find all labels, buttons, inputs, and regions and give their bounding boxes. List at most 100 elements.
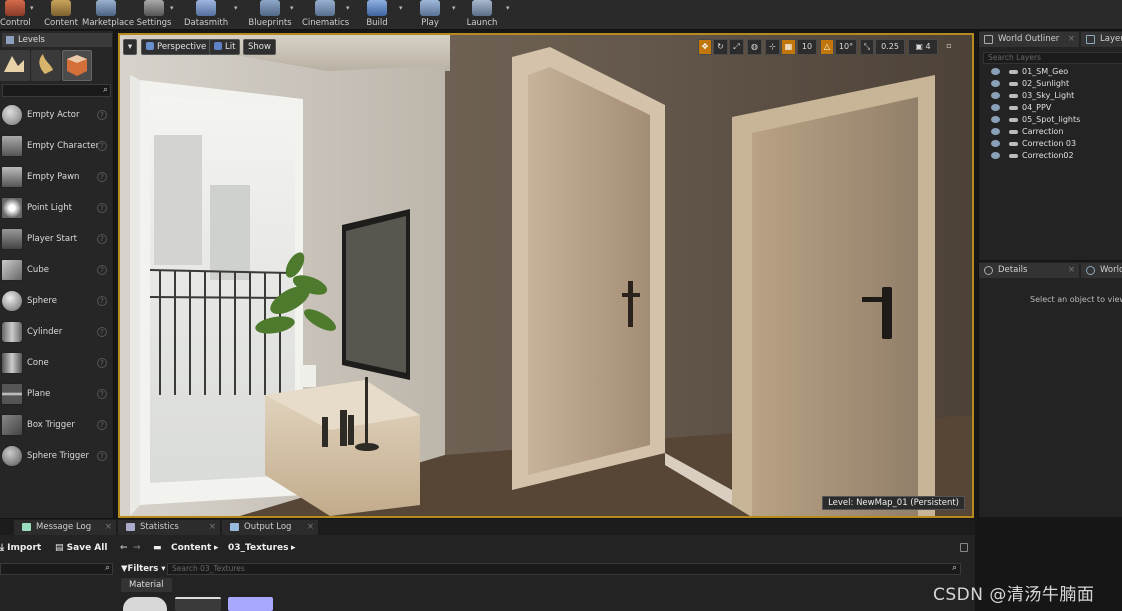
outliner-item[interactable]: Carrection xyxy=(983,126,1122,138)
world-local-icon[interactable]: ◍ xyxy=(747,39,762,55)
chevron-right-icon[interactable]: ▸ xyxy=(291,541,296,555)
close-icon[interactable]: × xyxy=(1068,32,1075,47)
place-item-empty-actor[interactable]: Empty Actor ? xyxy=(0,101,113,131)
tab-world-settings[interactable]: World xyxy=(1081,263,1122,278)
chevron-down-icon[interactable]: ▾ xyxy=(452,4,462,16)
outliner-search-input[interactable]: Search Layers xyxy=(983,52,1122,64)
close-icon[interactable]: × xyxy=(307,520,314,535)
toolbar-launch-button[interactable]: Launch xyxy=(466,0,498,30)
help-icon[interactable]: ? xyxy=(97,327,107,337)
visibility-eye-icon[interactable] xyxy=(991,140,1000,147)
folder-search-input[interactable]: ⌕ xyxy=(0,563,113,575)
toolbar-datasmith-button[interactable]: Datasmith xyxy=(184,0,228,30)
help-icon[interactable]: ? xyxy=(97,296,107,306)
asset-search-input[interactable]: Search 03_Textures ⌕ xyxy=(167,563,961,575)
place-item-point-light[interactable]: Point Light ? xyxy=(0,194,113,224)
toolbar-cinematics-button[interactable]: Cinematics xyxy=(302,0,349,30)
outliner-item[interactable]: Correction 03 xyxy=(983,138,1122,150)
toolbar-build-button[interactable]: Build xyxy=(362,0,392,30)
place-item-sphere[interactable]: Sphere ? xyxy=(0,287,113,317)
outliner-item[interactable]: Correction02 xyxy=(983,150,1122,162)
tab-layers[interactable]: Layers xyxy=(1081,32,1122,47)
rotation-snap-value[interactable]: 10° xyxy=(835,39,857,55)
toolbar-play-button[interactable]: Play xyxy=(416,0,444,30)
foliage-mode-icon[interactable] xyxy=(31,50,61,81)
place-mode-icon[interactable] xyxy=(0,50,30,81)
help-icon[interactable]: ? xyxy=(97,265,107,275)
chevron-down-icon[interactable]: ▾ xyxy=(399,4,409,16)
place-search-input[interactable]: ⌕ xyxy=(2,84,111,97)
help-icon[interactable]: ? xyxy=(97,203,107,213)
camera-speed-button[interactable]: ▣ 4 xyxy=(908,39,938,55)
visibility-eye-icon[interactable] xyxy=(991,116,1000,123)
level-viewport[interactable]: ▾ Perspective Lit Show ✥ ↻ ⤢ ◍ ⊹ ▦ 10 △ … xyxy=(118,33,974,518)
toolbar-marketplace-button[interactable]: Marketplace xyxy=(82,0,134,30)
breadcrumb-content[interactable]: Content xyxy=(171,541,211,555)
place-item-empty-character[interactable]: Empty Character ? xyxy=(0,132,113,162)
surface-snap-icon[interactable]: ⊹ xyxy=(765,39,780,55)
viewport-options-button[interactable]: ▾ xyxy=(123,39,137,55)
place-item-empty-pawn[interactable]: Empty Pawn ? xyxy=(0,163,113,193)
place-item-sphere-trigger[interactable]: Sphere Trigger ? xyxy=(0,442,113,472)
outliner-item[interactable]: 01_SM_Geo xyxy=(983,66,1122,78)
lock-icon[interactable] xyxy=(960,543,968,552)
tab-details[interactable]: Details × xyxy=(979,263,1079,278)
chevron-down-icon[interactable]: ▾ xyxy=(290,4,300,16)
forward-arrow-icon[interactable]: → xyxy=(133,541,141,555)
tab-levels[interactable]: Levels xyxy=(2,33,112,47)
import-button[interactable]: ⤓ Import xyxy=(0,541,41,555)
asset-thumbnail[interactable] xyxy=(228,597,273,611)
chevron-down-icon[interactable]: ▾ xyxy=(234,4,244,16)
tab-output-log[interactable]: Output Log × xyxy=(222,520,318,535)
chevron-down-icon[interactable]: ▾ xyxy=(346,4,356,16)
chevron-right-icon[interactable]: ▸ xyxy=(214,541,219,555)
perspective-button[interactable]: Perspective xyxy=(141,39,212,55)
place-item-cube[interactable]: Cube ? xyxy=(0,256,113,286)
help-icon[interactable]: ? xyxy=(97,172,107,182)
scale-snap-icon[interactable]: ⤡ xyxy=(860,39,874,55)
outliner-item[interactable]: 05_Spot_lights xyxy=(983,114,1122,126)
visibility-eye-icon[interactable] xyxy=(991,152,1000,159)
maximize-viewport-icon[interactable]: ▫ xyxy=(942,39,956,55)
close-icon[interactable]: × xyxy=(105,520,112,535)
back-arrow-icon[interactable]: ← xyxy=(120,541,128,555)
toolbar-settings-button[interactable]: Settings xyxy=(136,0,172,30)
scale-snap-value[interactable]: 0.25 xyxy=(875,39,905,55)
toolbar-blueprints-button[interactable]: Blueprints xyxy=(248,0,292,30)
chevron-down-icon[interactable]: ▾ xyxy=(170,4,180,16)
rotate-tool-icon[interactable]: ↻ xyxy=(713,39,728,55)
help-icon[interactable]: ? xyxy=(97,358,107,368)
show-button[interactable]: Show xyxy=(243,39,276,55)
outliner-item[interactable]: 02_Sunlight xyxy=(983,78,1122,90)
rotation-snap-icon[interactable]: △ xyxy=(820,39,834,55)
geometry-mode-icon[interactable] xyxy=(62,50,92,81)
filters-button[interactable]: ▼Filters ▾ xyxy=(121,562,166,576)
close-icon[interactable]: × xyxy=(1068,263,1075,278)
place-item-cone[interactable]: Cone ? xyxy=(0,349,113,379)
asset-thumbnail[interactable] xyxy=(123,597,167,611)
grid-snap-value[interactable]: 10 xyxy=(797,39,817,55)
save-all-button[interactable]: ▤ Save All xyxy=(55,541,107,555)
lit-button[interactable]: Lit xyxy=(209,39,241,55)
outliner-item[interactable]: 03_Sky_Light xyxy=(983,90,1122,102)
place-item-box-trigger[interactable]: Box Trigger ? xyxy=(0,411,113,441)
tab-statistics[interactable]: Statistics × xyxy=(118,520,220,535)
grid-snap-icon[interactable]: ▦ xyxy=(781,39,796,55)
outliner-item[interactable]: 04_PPV xyxy=(983,102,1122,114)
place-item-player-start[interactable]: Player Start ? xyxy=(0,225,113,255)
chevron-down-icon[interactable]: ▾ xyxy=(30,4,40,16)
visibility-eye-icon[interactable] xyxy=(991,80,1000,87)
close-icon[interactable]: × xyxy=(209,520,216,535)
help-icon[interactable]: ? xyxy=(97,141,107,151)
toolbar-build-control-button[interactable]: Control xyxy=(0,0,31,30)
visibility-eye-icon[interactable] xyxy=(991,68,1000,75)
place-item-cylinder[interactable]: Cylinder ? xyxy=(0,318,113,348)
help-icon[interactable]: ? xyxy=(97,451,107,461)
visibility-eye-icon[interactable] xyxy=(991,104,1000,111)
tab-message-log[interactable]: Message Log × xyxy=(14,520,116,535)
visibility-eye-icon[interactable] xyxy=(991,92,1000,99)
toolbar-content-button[interactable]: Content xyxy=(44,0,78,30)
chevron-down-icon[interactable]: ▾ xyxy=(506,4,516,16)
tab-world-outliner[interactable]: World Outliner × xyxy=(979,32,1079,47)
help-icon[interactable]: ? xyxy=(97,234,107,244)
